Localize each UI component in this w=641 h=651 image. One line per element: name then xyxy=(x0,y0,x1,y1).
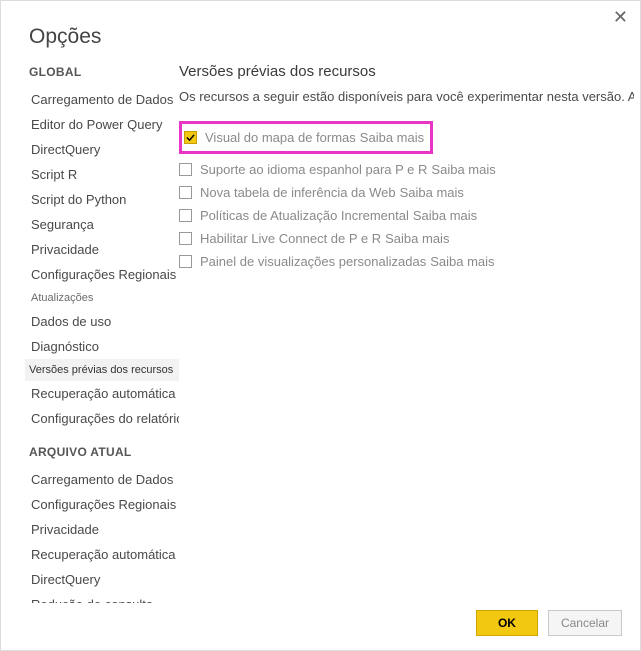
nav-data-load[interactable]: Carregamento de Dados xyxy=(29,87,179,112)
nav-usage-data[interactable]: Dados de uso xyxy=(29,309,179,334)
checkbox-shape-map[interactable] xyxy=(184,131,197,144)
learn-more-link[interactable]: Saiba mais xyxy=(430,254,494,269)
checkbox-incremental[interactable] xyxy=(179,209,192,222)
feature-label: Visual do mapa de formas xyxy=(205,130,356,145)
cancel-button[interactable]: Cancelar xyxy=(548,610,622,636)
section-head-global: GLOBAL xyxy=(29,65,179,79)
dialog-footer: OK Cancelar xyxy=(476,610,622,636)
feature-label: Suporte ao idioma espanhol para P e R xyxy=(200,162,427,177)
feature-label: Painel de visualizações personalizadas xyxy=(200,254,426,269)
nav-file-regional[interactable]: Configurações Regionais xyxy=(29,492,179,517)
nav-report-settings[interactable]: Configurações do relatório xyxy=(29,406,179,431)
nav-diagnostics[interactable]: Diagnóstico xyxy=(29,334,179,359)
options-dialog: ✕ Opções GLOBAL Carregamento de Dados Ed… xyxy=(0,0,641,651)
feature-label: Habilitar Live Connect de P e R xyxy=(200,231,381,246)
learn-more-link[interactable]: Saiba mais xyxy=(413,208,477,223)
sidebar: GLOBAL Carregamento de Dados Editor do P… xyxy=(1,63,179,603)
feature-custom-visuals: Painel de visualizações personalizadas S… xyxy=(179,250,634,273)
content-heading: Versões prévias dos recursos xyxy=(179,63,634,80)
feature-web-table: Nova tabela de inferência da Web Saiba m… xyxy=(179,181,634,204)
nav-updates[interactable]: Atualizações xyxy=(29,287,179,309)
nav-file-data-load[interactable]: Carregamento de Dados xyxy=(29,467,179,492)
learn-more-link[interactable]: Saiba mais xyxy=(431,162,495,177)
nav-script-r[interactable]: Script R xyxy=(29,162,179,187)
checkbox-custom-visuals[interactable] xyxy=(179,255,192,268)
nav-security[interactable]: Segurança xyxy=(29,212,179,237)
content-pane: Versões prévias dos recursos Os recursos… xyxy=(179,63,640,603)
feature-live-connect: Habilitar Live Connect de P e R Saiba ma… xyxy=(179,227,634,250)
nav-power-query[interactable]: Editor do Power Query xyxy=(29,112,179,137)
feature-incremental: Políticas de Atualização Incremental Sai… xyxy=(179,204,634,227)
feature-shape-map: Visual do mapa de formas Saiba mais xyxy=(184,126,424,149)
feature-label: Nova tabela de inferência da Web xyxy=(200,185,396,200)
nav-privacy[interactable]: Privacidade xyxy=(29,237,179,262)
checkbox-spanish-qa[interactable] xyxy=(179,163,192,176)
content-description: Os recursos a seguir estão disponíveis p… xyxy=(179,88,634,107)
nav-directquery[interactable]: DirectQuery xyxy=(29,137,179,162)
close-icon[interactable]: ✕ xyxy=(613,7,628,28)
nav-preview-features[interactable]: Versões prévias dos recursos xyxy=(25,359,179,381)
dialog-title: Opções xyxy=(1,1,640,63)
learn-more-link[interactable]: Saiba mais xyxy=(360,130,424,145)
check-icon xyxy=(186,133,195,142)
feature-spanish-qa: Suporte ao idioma espanhol para P e R Sa… xyxy=(179,158,634,181)
nav-file-privacy[interactable]: Privacidade xyxy=(29,517,179,542)
highlight-box: Visual do mapa de formas Saiba mais xyxy=(179,121,433,154)
feature-label: Políticas de Atualização Incremental xyxy=(200,208,409,223)
learn-more-link[interactable]: Saiba mais xyxy=(400,185,464,200)
section-head-file: ARQUIVO ATUAL xyxy=(29,445,179,459)
nav-file-query-reduction[interactable]: Redução de consulta xyxy=(29,592,179,603)
dialog-body: GLOBAL Carregamento de Dados Editor do P… xyxy=(1,63,640,603)
checkbox-live-connect[interactable] xyxy=(179,232,192,245)
ok-button[interactable]: OK xyxy=(476,610,538,636)
nav-file-auto-recovery[interactable]: Recuperação automática xyxy=(29,542,179,567)
learn-more-link[interactable]: Saiba mais xyxy=(385,231,449,246)
checkbox-web-table[interactable] xyxy=(179,186,192,199)
nav-auto-recovery[interactable]: Recuperação automática xyxy=(29,381,179,406)
nav-regional[interactable]: Configurações Regionais xyxy=(29,262,179,287)
nav-file-directquery[interactable]: DirectQuery xyxy=(29,567,179,592)
nav-script-python[interactable]: Script do Python xyxy=(29,187,179,212)
